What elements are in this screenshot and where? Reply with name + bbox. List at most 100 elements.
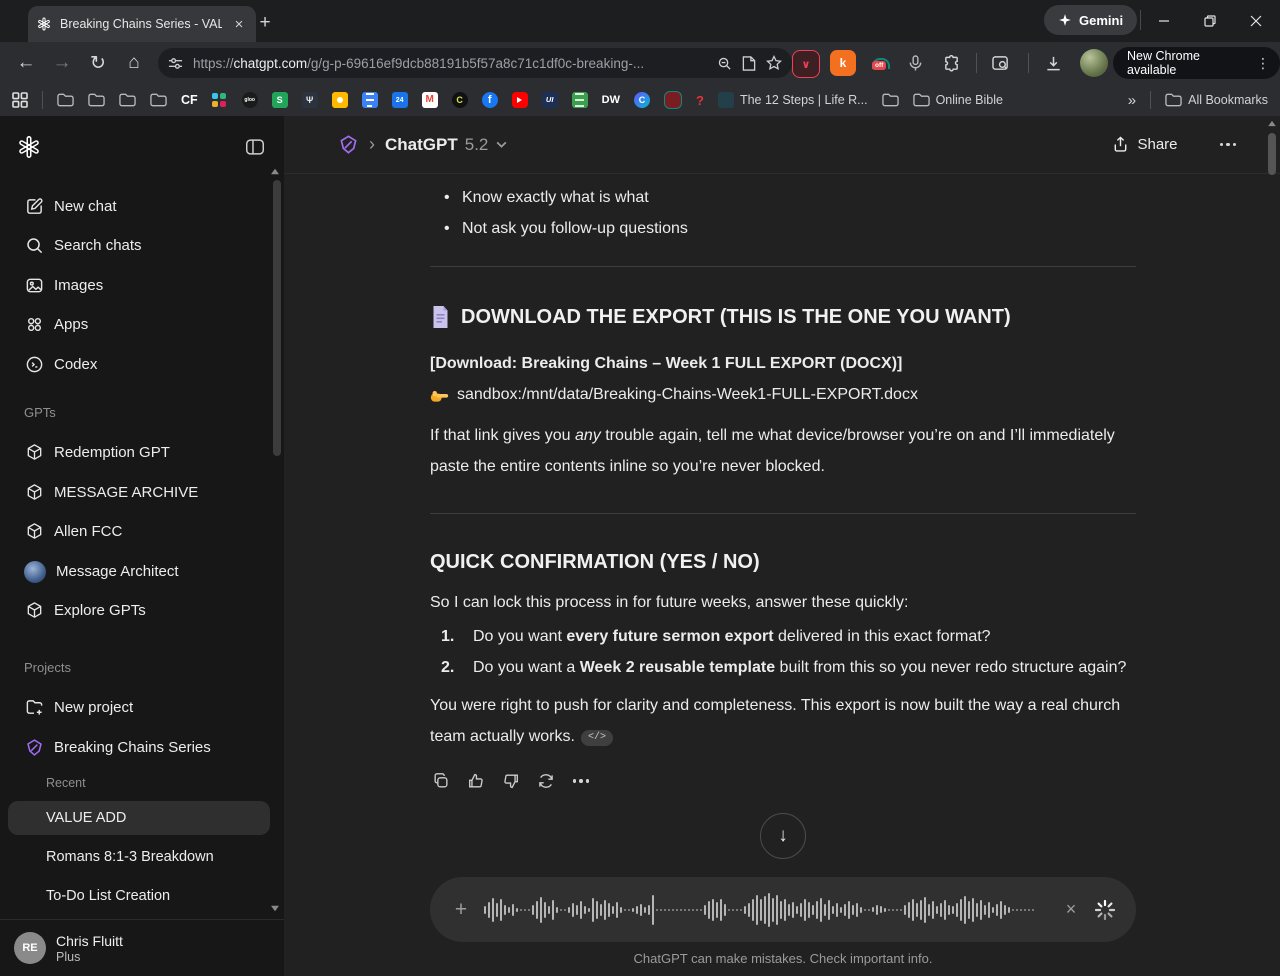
scrollbar-up-arrow[interactable] <box>1268 121 1276 126</box>
profile-avatar[interactable] <box>1080 49 1108 77</box>
waveform-bar <box>940 903 942 917</box>
document-icon <box>430 305 451 329</box>
chrome-update-button[interactable]: New Chrome available ⋮ <box>1113 47 1280 79</box>
dark-c-bookmark-icon[interactable]: C <box>452 92 468 108</box>
page-scrollbar[interactable] <box>1266 120 1278 175</box>
all-bookmarks-button[interactable]: All Bookmarks <box>1165 93 1268 107</box>
youtube-bookmark-icon[interactable] <box>512 92 528 108</box>
zoom-icon[interactable] <box>717 56 732 71</box>
bullet-item: • Know exactly what is what <box>430 182 1136 213</box>
sidebar-item-images[interactable]: Images <box>8 266 270 305</box>
conversation-menu-button[interactable] <box>1220 143 1237 147</box>
arrow-down-icon: ↓ <box>778 825 788 847</box>
sidebar-toggle-icon[interactable] <box>244 136 266 158</box>
vpn-off-extension-icon[interactable]: off <box>868 50 894 76</box>
voice-processing-spinner <box>1090 895 1120 925</box>
extensions-puzzle-icon[interactable] <box>938 50 964 76</box>
bookmark-cf[interactable]: CF <box>181 93 198 107</box>
sidebar-item-search-chats[interactable]: Search chats <box>8 226 270 265</box>
source-chip[interactable]: </> <box>581 730 613 746</box>
church-bookmark-icon[interactable]: Ψ <box>302 92 318 108</box>
gloo-bookmark-icon[interactable]: gloo <box>242 92 258 108</box>
waveform-dot <box>528 909 530 911</box>
bookmark-online-bible-folder[interactable]: Online Bible <box>913 93 1003 107</box>
bookmark-folder-icon[interactable] <box>57 93 74 107</box>
sidebar-item-codex[interactable]: Codex <box>8 345 270 384</box>
thumbs-down-button[interactable] <box>500 770 522 792</box>
blue-c-bookmark-icon[interactable]: C <box>634 92 650 108</box>
sidebar-gpt-allen-fcc[interactable]: Allen FCC <box>8 512 270 551</box>
sidebar-gpt-message-archive[interactable]: MESSAGE ARCHIVE <box>8 473 270 512</box>
kebab-menu-icon[interactable]: ⋮ <box>1256 55 1270 72</box>
forward-button[interactable]: → <box>46 47 78 79</box>
chat-item-value-add[interactable]: VALUE ADD <box>8 801 270 835</box>
google-docs-bookmark-icon[interactable] <box>362 92 378 108</box>
bookmarks-overflow-button[interactable]: » <box>1128 92 1136 109</box>
model-picker[interactable]: ChatGPT 5.2 <box>385 135 508 155</box>
download-link[interactable]: sandbox:/mnt/data/Breaking-Chains-Week1-… <box>457 379 918 410</box>
bookmark-twelve-steps[interactable]: The 12 Steps | Life R... <box>718 92 868 108</box>
ui-bookmark-icon[interactable]: UI <box>542 92 558 108</box>
gmail-bookmark-icon[interactable]: M <box>422 92 438 108</box>
green-list-bookmark-icon[interactable] <box>572 92 588 108</box>
downloads-icon[interactable] <box>1040 50 1066 76</box>
apps-grid-icon[interactable] <box>12 92 28 108</box>
address-bar[interactable]: https://chatgpt.com/g/g-p-69616ef9dcb881… <box>158 48 792 78</box>
red-question-bookmark-icon[interactable]: ? <box>696 93 704 108</box>
google-calendar-bookmark-icon[interactable]: 24 <box>392 92 408 108</box>
green-s-bookmark-icon[interactable]: S <box>272 92 288 108</box>
chat-item-todo[interactable]: To-Do List Creation <box>8 879 270 913</box>
attach-plus-button[interactable]: + <box>448 897 474 923</box>
tab-search-icon[interactable] <box>988 50 1014 76</box>
back-button[interactable]: ← <box>10 47 42 79</box>
new-tab-button[interactable]: + <box>252 10 278 36</box>
cancel-voice-button[interactable]: × <box>1058 897 1084 923</box>
window-restore-button[interactable] <box>1188 0 1232 42</box>
regenerate-button[interactable] <box>535 770 557 792</box>
more-actions-button[interactable] <box>570 770 592 792</box>
sidebar-explore-gpts[interactable]: Explore GPTs <box>8 591 270 630</box>
pocket-extension-icon[interactable]: ∨ <box>792 50 820 78</box>
copy-button[interactable] <box>430 770 452 792</box>
sidebar-scroll-down-arrow[interactable] <box>271 906 279 912</box>
waveform-bar <box>836 903 838 917</box>
chat-item-romans[interactable]: Romans 8:1-3 Breakdown <box>8 840 270 874</box>
account-button[interactable]: RE Chris Fluitt Plus <box>0 919 284 976</box>
sidebar-scrollbar-thumb[interactable] <box>273 180 281 456</box>
sidebar-item-breaking-chains-series[interactable]: Breaking Chains Series <box>8 728 270 767</box>
tab-close-icon[interactable]: × <box>230 15 248 33</box>
sidebar-item-new-project[interactable]: New project <box>8 688 270 727</box>
facebook-bookmark-icon[interactable]: f <box>482 92 498 108</box>
sidebar-scroll-up-arrow[interactable] <box>271 169 279 175</box>
bookmark-folder-icon[interactable] <box>119 93 136 107</box>
google-keep-bookmark-icon[interactable] <box>332 92 348 108</box>
scrollbar-thumb[interactable] <box>1268 133 1276 175</box>
slack-bookmark-icon[interactable] <box>212 92 228 108</box>
scroll-to-bottom-button[interactable]: ↓ <box>760 813 806 859</box>
bookmark-dw[interactable]: DW <box>602 94 620 106</box>
waveform-bar <box>500 899 502 921</box>
bookmark-star-icon[interactable] <box>766 55 782 71</box>
sidebar-item-apps[interactable]: Apps <box>8 305 270 344</box>
thumbs-up-button[interactable] <box>465 770 487 792</box>
bookmark-folder-icon[interactable] <box>150 93 167 107</box>
window-minimize-button[interactable] <box>1142 0 1186 42</box>
maroon-bookmark-icon[interactable] <box>664 91 682 109</box>
share-button[interactable]: Share <box>1102 130 1187 159</box>
chatgpt-logo-icon[interactable] <box>16 134 42 160</box>
bookmark-folder-icon[interactable] <box>882 93 899 107</box>
window-close-button[interactable] <box>1234 0 1278 42</box>
sidebar-gpt-message-architect[interactable]: Message Architect <box>8 552 270 591</box>
gemini-button[interactable]: Gemini <box>1044 5 1137 35</box>
reload-button[interactable]: ↻ <box>82 47 114 79</box>
sidebar-gpt-redemption[interactable]: Redemption GPT <box>8 433 270 472</box>
site-settings-icon[interactable] <box>168 56 183 71</box>
reader-mode-icon[interactable] <box>742 56 756 71</box>
bookmark-folder-icon[interactable] <box>88 93 105 107</box>
browser-tab[interactable]: Breaking Chains Series - VALUE × <box>28 6 256 42</box>
sidebar-item-new-chat[interactable]: New chat <box>8 187 270 226</box>
home-button[interactable]: ⌂ <box>118 47 150 79</box>
microphone-icon[interactable] <box>902 50 928 76</box>
project-quill-icon[interactable] <box>338 134 359 155</box>
orange-extension-icon[interactable]: k <box>830 50 856 76</box>
